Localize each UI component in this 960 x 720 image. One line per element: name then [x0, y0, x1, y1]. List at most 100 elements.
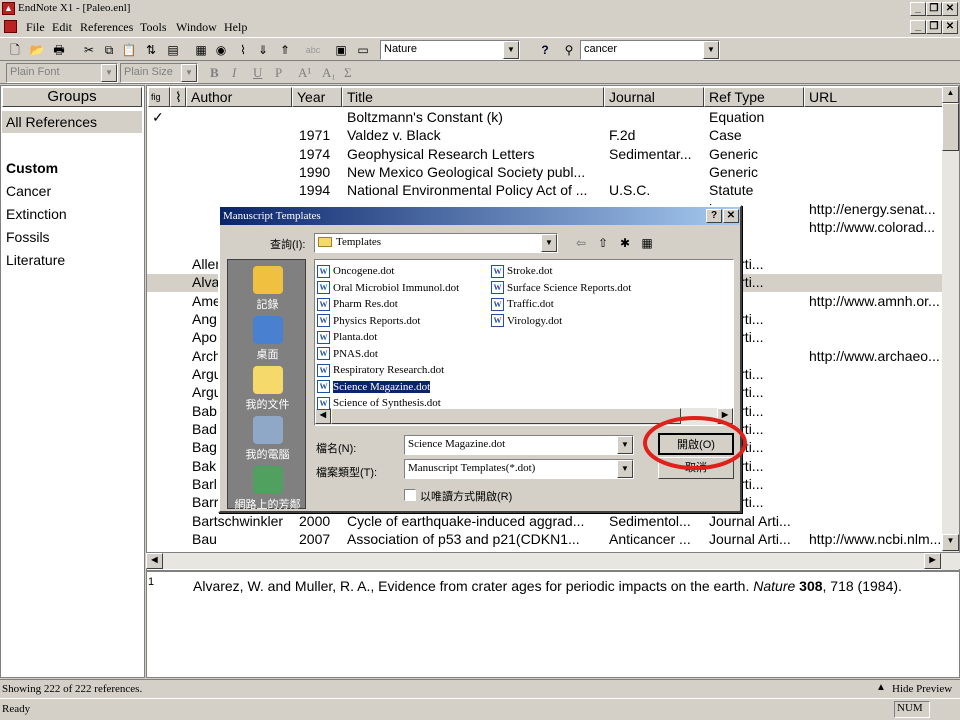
dialog-help-button[interactable]: ? [706, 209, 722, 223]
copy-icon[interactable]: ⧉ [100, 41, 118, 59]
scroll-thumb[interactable] [942, 103, 959, 151]
file-item[interactable]: W Virology.dot [491, 314, 562, 329]
file-item[interactable]: W Stroke.dot [491, 264, 553, 279]
print-icon[interactable]: 🖶 [50, 41, 68, 59]
minimize-button[interactable]: _ [910, 2, 926, 16]
file-item[interactable]: W Oral Microbiol Immunol.dot [317, 281, 459, 296]
restore-button[interactable]: ❐ [926, 2, 942, 16]
menu-window[interactable]: Window [176, 20, 217, 35]
view-menu-icon[interactable]: ▦ [638, 234, 656, 252]
up-folder-icon[interactable]: ⇧ [594, 234, 612, 252]
chevron-down-icon[interactable]: ▼ [181, 64, 197, 82]
help-icon[interactable]: ? [536, 41, 554, 59]
filename-input[interactable]: Science Magazine.dot ▼ [404, 435, 634, 455]
chevron-down-icon[interactable]: ▼ [703, 41, 719, 59]
bold-button[interactable]: B [210, 65, 219, 81]
file-item[interactable]: W Science Magazine.dot [317, 380, 431, 395]
vertical-scrollbar[interactable]: ▲ ▼ [942, 86, 959, 570]
menu-file[interactable]: File [26, 20, 45, 35]
col-title[interactable]: Title [342, 87, 604, 107]
search-input[interactable]: cancer ▼ [580, 40, 720, 60]
table-row[interactable]: 1994 National Environmental Policy Act of… [147, 182, 942, 200]
horizontal-scrollbar[interactable]: ◀ ▶ [146, 552, 960, 569]
spellcheck-icon[interactable]: abc [304, 41, 322, 59]
paste-icon[interactable]: 📋 [120, 41, 138, 59]
image-icon[interactable]: ▣ [332, 41, 350, 59]
file-item[interactable]: W Respiratory Research.dot [317, 363, 444, 378]
table-row[interactable]: 1971 Valdez v. Black F.2d Case [147, 127, 942, 145]
new-folder-icon[interactable]: ✱ [616, 234, 634, 252]
group-fossils[interactable]: Fossils [6, 229, 50, 245]
menu-edit[interactable]: Edit [52, 20, 72, 35]
globe-icon[interactable]: ◉ [212, 41, 230, 59]
font-select[interactable]: Plain Font ▼ [6, 63, 118, 83]
style-select[interactable]: Nature ▼ [380, 40, 520, 60]
table-row[interactable]: Bartschwinkler 2000 Cycle of earthquake-in… [147, 513, 942, 531]
symbol-button[interactable]: Σ [344, 65, 352, 81]
col-journal[interactable]: Journal [604, 87, 704, 107]
back-arrow-icon[interactable]: ⇦ [572, 234, 590, 252]
file-item[interactable]: W Traffic.dot [491, 297, 554, 312]
size-select[interactable]: Plain Size ▼ [120, 63, 198, 83]
col-url[interactable]: URL [804, 87, 944, 107]
note-icon[interactable]: ▤ [164, 41, 182, 59]
hide-preview-icon[interactable]: ▲ [876, 682, 886, 693]
table-row[interactable]: Bau 2007 Association of p53 and p21(CDKN1.… [147, 531, 942, 549]
group-cancer[interactable]: Cancer [6, 183, 51, 199]
new-icon[interactable]: 🗋 [6, 41, 24, 59]
col-author[interactable]: Author [186, 87, 292, 107]
place-computer[interactable]: 我的電腦 [228, 416, 307, 462]
plain-button[interactable]: P [275, 65, 282, 81]
sort-icon[interactable]: ⇅ [142, 41, 160, 59]
place-recent[interactable]: 記錄 [228, 266, 307, 312]
attachment-column-icon[interactable]: ⌇ [170, 87, 186, 107]
readonly-checkbox[interactable] [404, 489, 416, 501]
table-row[interactable]: ✓ Boltzmann's Constant (k) Equation [147, 109, 942, 127]
file-item[interactable]: W Physics Reports.dot [317, 314, 420, 329]
file-item[interactable]: W Planta.dot [317, 330, 377, 345]
menu-references[interactable]: References [80, 20, 133, 35]
doc-minimize-button[interactable]: _ [910, 20, 926, 34]
col-reftype[interactable]: Ref Type [704, 87, 804, 107]
scroll-up-icon[interactable]: ▲ [942, 86, 959, 103]
superscript-button[interactable]: A¹ [298, 65, 311, 81]
cut-icon[interactable]: ✂ [80, 41, 98, 59]
attach-icon[interactable]: ⌇ [234, 41, 252, 59]
col-year[interactable]: Year [292, 87, 342, 107]
chevron-down-icon[interactable]: ▼ [503, 41, 519, 59]
window-icon[interactable]: ▭ [354, 41, 372, 59]
dialog-close-button[interactable]: ✕ [723, 209, 739, 223]
hide-preview-button[interactable]: Hide Preview [892, 683, 952, 695]
subscript-button[interactable]: A₁ [322, 65, 336, 81]
group-literature[interactable]: Literature [6, 252, 65, 268]
doc-close-button[interactable]: ✕ [942, 20, 958, 34]
readonly-label[interactable]: 以唯讀方式開啟(R) [420, 488, 512, 504]
doc-restore-button[interactable]: ❐ [926, 20, 942, 34]
place-network[interactable]: 網路上的芳鄰 [228, 466, 307, 512]
close-button[interactable]: ✕ [942, 2, 958, 16]
place-documents[interactable]: 我的文件 [228, 366, 307, 412]
scroll-down-icon[interactable]: ▼ [942, 534, 959, 551]
lookin-select[interactable]: Templates ▼ [314, 233, 558, 253]
import-icon[interactable]: ⇓ [254, 41, 272, 59]
underline-button[interactable]: U [253, 65, 262, 81]
scroll-left-icon[interactable]: ◀ [146, 553, 163, 569]
figure-column-icon[interactable]: fig [148, 87, 170, 107]
file-item[interactable]: W PNAS.dot [317, 347, 378, 362]
file-item[interactable]: W Oncogene.dot [317, 264, 394, 279]
filetype-select[interactable]: Manuscript Templates(*.dot) ▼ [404, 459, 634, 479]
place-desktop[interactable]: 桌面 [228, 316, 307, 362]
chevron-down-icon[interactable]: ▼ [541, 234, 557, 252]
chevron-down-icon[interactable]: ▼ [101, 64, 117, 82]
export-icon[interactable]: ⇑ [276, 41, 294, 59]
group-extinction[interactable]: Extinction [6, 206, 67, 222]
chevron-down-icon[interactable]: ▼ [617, 460, 633, 478]
menu-help[interactable]: Help [224, 20, 247, 35]
table-row[interactable]: 1990 New Mexico Geological Society publ..… [147, 164, 942, 182]
file-item[interactable]: W Pharm Res.dot [317, 297, 398, 312]
file-item[interactable]: W Surface Science Reports.dot [491, 281, 631, 296]
menu-tools[interactable]: Tools [140, 20, 167, 35]
table-row[interactable]: 1974 Geophysical Research Letters Sediment… [147, 146, 942, 164]
binoculars-icon[interactable]: ⚲ [560, 41, 578, 59]
chevron-down-icon[interactable]: ▼ [617, 436, 633, 454]
